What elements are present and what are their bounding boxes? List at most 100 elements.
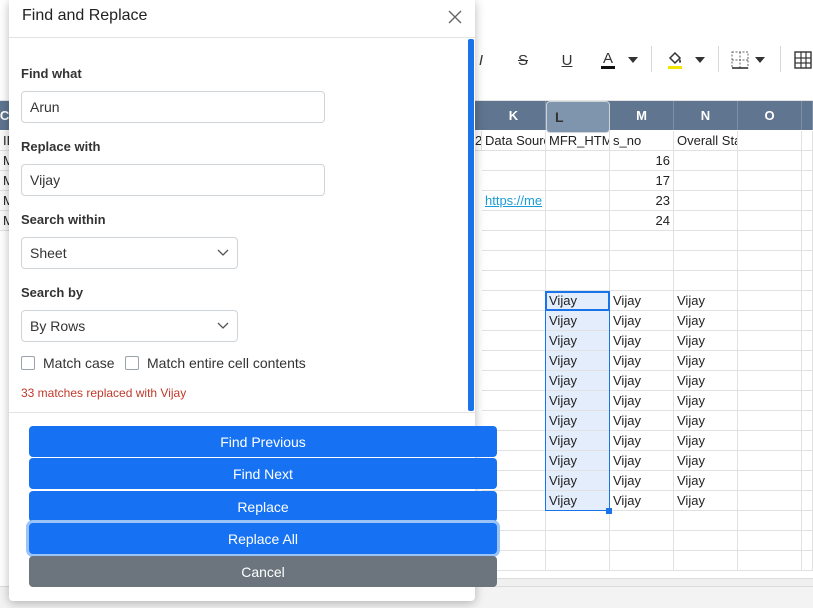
grid-cell[interactable] xyxy=(674,251,738,271)
borders-dropdown-icon[interactable] xyxy=(754,48,766,72)
grid-cell[interactable] xyxy=(546,171,610,191)
cell-l-value[interactable]: Vijay xyxy=(546,471,610,491)
grid-cell[interactable] xyxy=(482,211,546,231)
cell-m-value[interactable]: Vijay xyxy=(610,371,674,391)
grid-cell[interactable] xyxy=(802,251,813,271)
grid-cell[interactable] xyxy=(802,511,813,531)
grid-cell[interactable] xyxy=(610,531,674,551)
grid-cell[interactable] xyxy=(546,231,610,251)
cell-l1[interactable]: MFR_HTML xyxy=(546,131,610,151)
active-cell[interactable] xyxy=(545,291,610,311)
grid-cell[interactable] xyxy=(738,431,802,451)
cell-l-value[interactable]: Vijay xyxy=(546,411,610,431)
grid-cell[interactable] xyxy=(738,511,802,531)
grid-cell[interactable] xyxy=(546,551,610,571)
grid-cell[interactable] xyxy=(546,511,610,531)
cell-m-value[interactable]: Vijay xyxy=(610,411,674,431)
grid-cell[interactable] xyxy=(802,551,813,571)
cell-m-value[interactable]: Vijay xyxy=(610,391,674,411)
cell-l-value[interactable]: Vijay xyxy=(546,491,610,511)
close-icon[interactable] xyxy=(445,7,465,27)
cell-m-value[interactable]: Vijay xyxy=(610,351,674,371)
grid-cell[interactable] xyxy=(546,531,610,551)
grid-cell[interactable] xyxy=(802,131,813,151)
grid-cell[interactable] xyxy=(482,351,546,371)
cell-n-value[interactable]: Vijay xyxy=(674,391,738,411)
borders-icon[interactable] xyxy=(730,48,750,72)
grid-cell[interactable] xyxy=(546,271,610,291)
italic-button[interactable]: I xyxy=(474,48,488,72)
cell-m3[interactable]: 17 xyxy=(610,171,674,191)
column-header-n[interactable]: N xyxy=(674,101,738,130)
grid-cell[interactable] xyxy=(738,451,802,471)
cell-k1[interactable]: Data Source xyxy=(482,131,546,151)
grid-cell[interactable] xyxy=(802,391,813,411)
column-header-l[interactable]: L xyxy=(546,101,610,133)
column-header-k[interactable]: K xyxy=(482,101,546,130)
find-what-input[interactable] xyxy=(21,91,325,123)
replace-with-input[interactable] xyxy=(21,164,325,196)
cell-n-value[interactable]: Vijay xyxy=(674,351,738,371)
underline-button[interactable]: U xyxy=(557,48,577,72)
grid-cell[interactable] xyxy=(738,311,802,331)
grid-cell[interactable] xyxy=(482,371,546,391)
cell-l-value[interactable]: Vijay xyxy=(546,331,610,351)
grid-cell[interactable] xyxy=(610,271,674,291)
match-entire-checkbox[interactable] xyxy=(125,356,139,370)
grid-cell[interactable] xyxy=(738,471,802,491)
cell-j1[interactable]: 2 xyxy=(475,131,482,151)
grid-cell[interactable] xyxy=(802,451,813,471)
cell-n1[interactable]: Overall Status xyxy=(674,131,738,151)
cell-l-value[interactable]: Vijay xyxy=(546,431,610,451)
grid-cell[interactable] xyxy=(802,431,813,451)
search-by-select[interactable]: By Rows xyxy=(21,310,238,342)
grid-cell[interactable] xyxy=(610,251,674,271)
grid-cell[interactable] xyxy=(482,391,546,411)
cell-n-value[interactable]: Vijay xyxy=(674,491,738,511)
cell-n-value[interactable]: Vijay xyxy=(674,371,738,391)
grid-cell[interactable] xyxy=(610,551,674,571)
cell-m-value[interactable]: Vijay xyxy=(610,431,674,451)
grid-cell[interactable] xyxy=(674,211,738,231)
cell-l-value[interactable]: Vijay xyxy=(546,391,610,411)
grid-cell[interactable] xyxy=(738,491,802,511)
cell-m2[interactable]: 16 xyxy=(610,151,674,171)
column-header-p[interactable] xyxy=(802,101,813,130)
cell-n-value[interactable]: Vijay xyxy=(674,471,738,491)
grid-cell[interactable] xyxy=(674,171,738,191)
cell-m4[interactable]: 23 xyxy=(610,191,674,211)
fill-color-dropdown-icon[interactable] xyxy=(694,48,706,72)
dialog-scrollbar[interactable] xyxy=(468,39,474,411)
grid-cell[interactable] xyxy=(482,311,546,331)
cell-m5[interactable]: 24 xyxy=(610,211,674,231)
cell-n-value[interactable]: Vijay xyxy=(674,331,738,351)
grid-cell[interactable] xyxy=(546,211,610,231)
grid-cell[interactable] xyxy=(482,251,546,271)
grid-cell[interactable] xyxy=(802,471,813,491)
cell-n-value[interactable]: Vijay xyxy=(674,411,738,431)
font-color-button[interactable]: A xyxy=(598,48,618,72)
grid-cell[interactable] xyxy=(802,191,813,211)
cancel-button[interactable]: Cancel xyxy=(29,556,497,587)
cell-k4-link[interactable]: https://me xyxy=(482,191,546,211)
grid-cell[interactable] xyxy=(546,251,610,271)
grid-cell[interactable] xyxy=(482,271,546,291)
find-next-button[interactable]: Find Next xyxy=(29,458,497,489)
grid-cell[interactable] xyxy=(674,271,738,291)
fill-color-icon[interactable] xyxy=(665,48,685,72)
grid-cell[interactable] xyxy=(482,171,546,191)
cell-m-value[interactable]: Vijay xyxy=(610,331,674,351)
column-header-m[interactable]: M xyxy=(610,101,674,130)
grid-cell[interactable] xyxy=(738,531,802,551)
grid-cell[interactable] xyxy=(482,291,546,311)
grid-cell[interactable] xyxy=(674,151,738,171)
grid-cell[interactable] xyxy=(738,411,802,431)
grid-cell[interactable] xyxy=(802,351,813,371)
grid-cell[interactable] xyxy=(738,211,802,231)
cell-m-value[interactable]: Vijay xyxy=(610,471,674,491)
search-within-select[interactable]: Sheet xyxy=(21,237,238,269)
cell-m-value[interactable]: Vijay xyxy=(610,451,674,471)
grid-cell[interactable] xyxy=(802,491,813,511)
match-entire-option[interactable]: Match entire cell contents xyxy=(125,355,306,371)
grid-cell[interactable] xyxy=(802,311,813,331)
